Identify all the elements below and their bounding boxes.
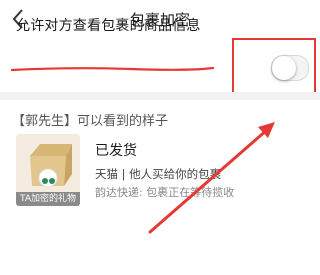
- share-info-label: 允许对方查看包裹的商品信息: [16, 18, 201, 34]
- shipping-status: 已发货: [95, 143, 137, 159]
- express-status: 韵达快递: 包裹正在等待揽收: [95, 186, 235, 199]
- package-source: 天猫 | 他人买给你的包裹: [95, 167, 222, 181]
- thumb-caption: TA加密的礼物: [16, 192, 80, 206]
- red-underline-annotation: [10, 66, 215, 72]
- preview-title: 【郭先生】可以看到的样子: [12, 114, 169, 129]
- section-gap: [0, 92, 320, 100]
